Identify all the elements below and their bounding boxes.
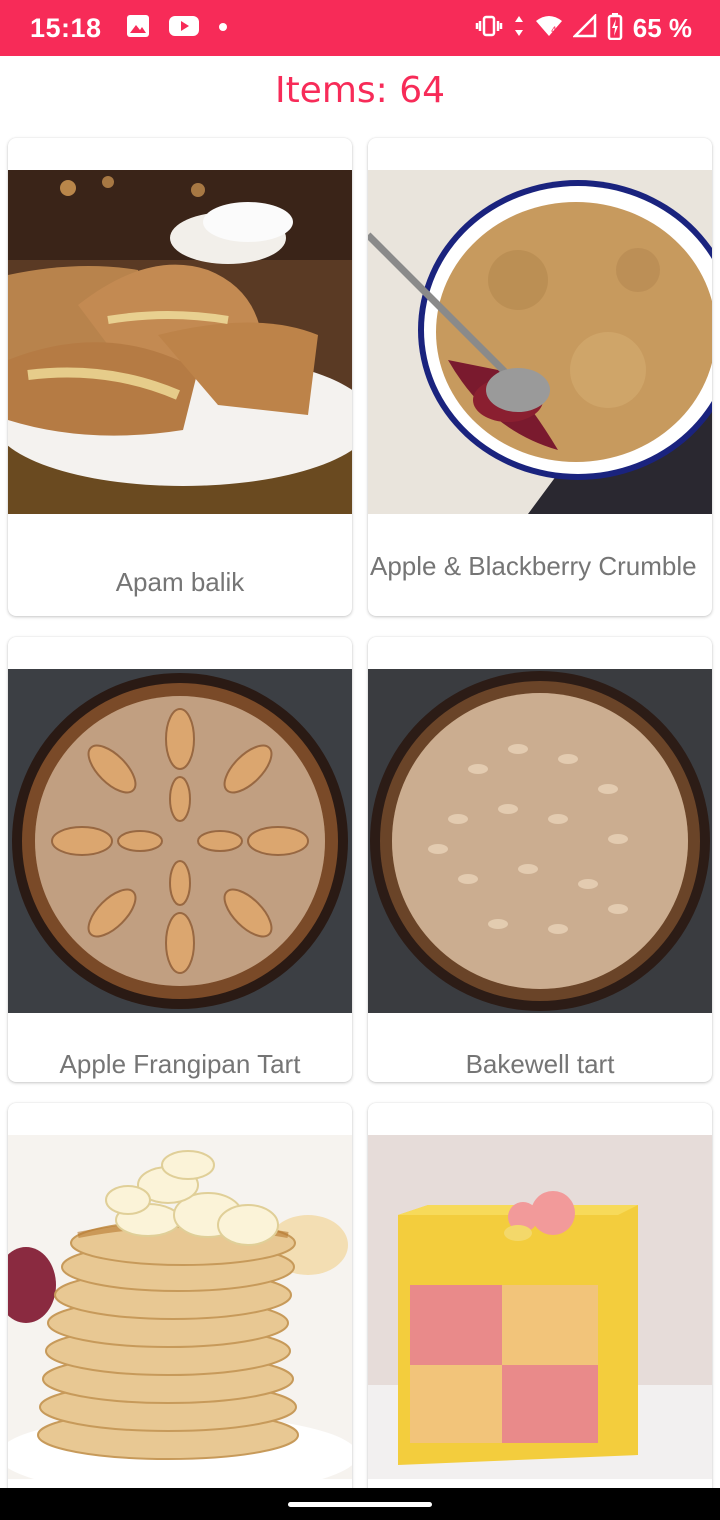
home-handle[interactable]	[288, 1502, 432, 1507]
recipe-photo	[8, 669, 352, 1013]
recipe-photo	[368, 170, 712, 514]
recipe-photo	[368, 669, 712, 1013]
navigation-bar	[0, 1488, 720, 1520]
recipe-name: Apple Frangipan Tart	[59, 1049, 301, 1079]
recipe-card[interactable]: Apple & Blackberry Crumble	[368, 138, 712, 616]
recipe-card[interactable]	[8, 1103, 352, 1488]
recipe-card[interactable]: Bakewell tart	[368, 637, 712, 1082]
recipe-card[interactable]	[368, 1103, 712, 1488]
recipe-photo	[368, 1135, 712, 1479]
recipe-card[interactable]: Apple Frangipan Tart	[8, 637, 352, 1082]
recipe-grid[interactable]: Apam balik Apple & Blackberry Crumble Ap…	[0, 0, 720, 1488]
recipe-photo	[8, 170, 352, 514]
items-count-title: Items: 64	[274, 70, 446, 111]
recipe-photo	[8, 1135, 352, 1479]
recipe-name: Apple & Blackberry Crumble	[370, 551, 697, 581]
recipe-card[interactable]: Apam balik	[8, 138, 352, 616]
recipe-name: Apam balik	[115, 567, 245, 597]
recipe-name: Bakewell tart	[465, 1049, 615, 1079]
